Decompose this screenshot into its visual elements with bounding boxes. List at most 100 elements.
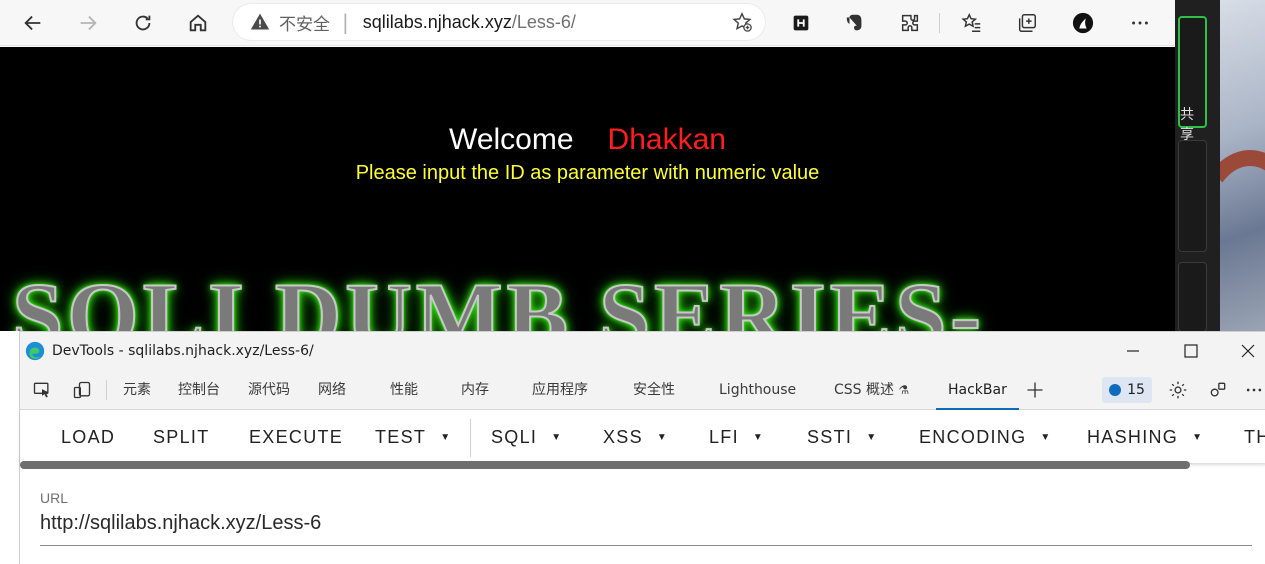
collections-icon[interactable] [1012, 8, 1042, 38]
caret-down-icon: ▼ [752, 432, 765, 444]
toolbar-divider [939, 13, 940, 33]
add-tab-icon[interactable] [1023, 378, 1047, 402]
tab-memory[interactable]: 内存 [461, 370, 489, 410]
background-photo [1220, 0, 1265, 331]
caret-down-icon: ▼ [440, 432, 452, 444]
split-label: SPLIT [153, 427, 210, 447]
side-card-share[interactable]: 共享 [1178, 16, 1207, 143]
url-field[interactable]: URL http://sqlilabs.njhack.xyz/Less-6 [40, 490, 1252, 546]
tab-performance[interactable]: 性能 [390, 370, 418, 410]
hackbar-toolbar: LOAD SPLIT EXECUTE TEST ▼ SQLI ▼ XSS ▼ LFI ▼… [20, 411, 1265, 463]
caret-down-icon: ▼ [866, 432, 878, 444]
caret-down-icon: ▼ [656, 432, 669, 444]
forward-button[interactable] [68, 5, 108, 41]
tab-css-overview-label: CSS 概述 [834, 382, 894, 398]
tab-css-overview[interactable]: CSS 概述 ⚗ [834, 370, 909, 410]
flask-icon: ⚗ [898, 383, 910, 397]
caret-down-icon: ▼ [1192, 432, 1204, 444]
tab-console[interactable]: 控制台 [178, 370, 220, 410]
maximize-button[interactable] [1168, 336, 1214, 366]
split-button[interactable]: SPLIT [153, 411, 210, 463]
web-page: Welcome Dhakkan Please input the ID as pa… [0, 47, 1175, 331]
tab-elements[interactable]: 元素 [123, 370, 151, 410]
warning-icon[interactable] [249, 11, 271, 33]
browser-toolbar: 不安全 | sqlilabs.njhack.xyz /Less-6/ [0, 0, 1175, 46]
issues-icon [1109, 384, 1122, 396]
tab-lighthouse[interactable]: Lighthouse [719, 370, 796, 410]
series-banner: SQLI DUMB SERIES- [11, 263, 985, 331]
settings-gear-icon[interactable] [1166, 378, 1190, 402]
load-label: LOAD [61, 427, 116, 447]
url-path: /Less-6/ [511, 11, 576, 32]
url-host: sqlilabs.njhack.xyz [362, 11, 512, 32]
welcome-text: Welcome [449, 123, 574, 156]
sqli-dropdown[interactable]: SQLI ▼ [491, 411, 562, 463]
close-button[interactable] [1225, 336, 1265, 366]
address-bar[interactable]: 不安全 | sqlilabs.njhack.xyz /Less-6/ [233, 4, 765, 40]
refresh-button[interactable] [123, 5, 163, 41]
test-label: TEST [375, 427, 427, 447]
extensions-icon[interactable] [895, 8, 925, 38]
tab-sources[interactable]: 源代码 [248, 370, 290, 410]
more-menu-icon[interactable] [1125, 8, 1155, 38]
devtools-title: DevTools - sqlilabs.njhack.xyz/Less-6/ [52, 343, 314, 359]
execute-button[interactable]: EXECUTE [249, 411, 343, 463]
devtools-titlebar: DevTools - sqlilabs.njhack.xyz/Less-6/ [20, 332, 1265, 370]
security-label[interactable]: 不安全 [279, 10, 330, 35]
url-input[interactable]: http://sqlilabs.njhack.xyz/Less-6 [40, 512, 1252, 535]
th-label: TH [1244, 427, 1265, 447]
back-button[interactable] [13, 5, 53, 41]
xss-dropdown[interactable]: XSS ▼ [603, 411, 668, 463]
execute-label: EXECUTE [249, 427, 344, 447]
favorites-icon[interactable] [957, 8, 987, 38]
hashing-label: HASHING [1087, 427, 1179, 447]
device-toolbar-icon[interactable] [70, 378, 94, 402]
lfi-label: LFI [709, 427, 739, 447]
issues-badge[interactable]: 15 [1102, 377, 1152, 403]
test-dropdown[interactable]: TEST ▼ [375, 411, 451, 463]
devtools-tab-bar: 元素 控制台 源代码 网络 性能 内存 应用程序 安全性 Lighthouse … [20, 370, 1265, 410]
encoding-label: ENCODING [919, 427, 1027, 447]
ssti-dropdown[interactable]: SSTI ▼ [807, 411, 877, 463]
load-button[interactable]: LOAD [61, 411, 115, 463]
tab-network[interactable]: 网络 [318, 370, 346, 410]
tab-hackbar[interactable]: HackBar [936, 370, 1019, 410]
address-divider: | [342, 10, 349, 34]
more-options-icon[interactable] [1242, 378, 1265, 402]
user-name: Dhakkan [607, 123, 726, 156]
lfi-dropdown[interactable]: LFI ▼ [709, 411, 764, 463]
hashing-dropdown[interactable]: HASHING ▼ [1087, 411, 1203, 463]
screen: 不安全 | sqlilabs.njhack.xyz /Less-6/ Welco… [0, 0, 1265, 564]
hackbar-divider [470, 419, 471, 457]
url-label: URL [40, 490, 69, 506]
welcome-line: Welcome Dhakkan [0, 123, 1175, 157]
instruction-text: Please input the ID as parameter with nu… [355, 162, 820, 184]
profile-avatar[interactable] [1068, 8, 1098, 38]
tab-security[interactable]: 安全性 [633, 370, 675, 410]
tab-application[interactable]: 应用程序 [532, 370, 588, 410]
customize-icon[interactable] [1206, 378, 1230, 402]
side-card-text: 共享 [1180, 107, 1194, 143]
back-arrow-icon [24, 15, 41, 30]
th-button[interactable]: TH [1244, 411, 1265, 463]
devtools-window: DevTools - sqlilabs.njhack.xyz/Less-6/ 元… [19, 331, 1265, 564]
caret-down-icon: ▼ [551, 432, 563, 444]
minimize-button[interactable] [1110, 336, 1156, 366]
edge-logo-icon [25, 341, 45, 361]
side-card[interactable] [1178, 262, 1207, 332]
xss-label: XSS [603, 427, 643, 447]
minimize-icon [1127, 350, 1139, 352]
evernote-icon[interactable] [840, 8, 870, 38]
hackbar-extension-icon[interactable] [786, 8, 816, 38]
inspect-element-icon[interactable] [30, 378, 54, 402]
tab-divider [106, 380, 107, 400]
home-icon [189, 13, 207, 31]
add-favorite-icon[interactable] [731, 11, 753, 33]
encoding-dropdown[interactable]: ENCODING ▼ [919, 411, 1052, 463]
home-button[interactable] [178, 5, 218, 41]
horizontal-scrollbar[interactable] [20, 461, 1190, 469]
side-card[interactable] [1178, 140, 1207, 252]
issues-count: 15 [1127, 382, 1145, 398]
caret-down-icon: ▼ [1040, 432, 1052, 444]
maximize-icon [1184, 344, 1198, 358]
